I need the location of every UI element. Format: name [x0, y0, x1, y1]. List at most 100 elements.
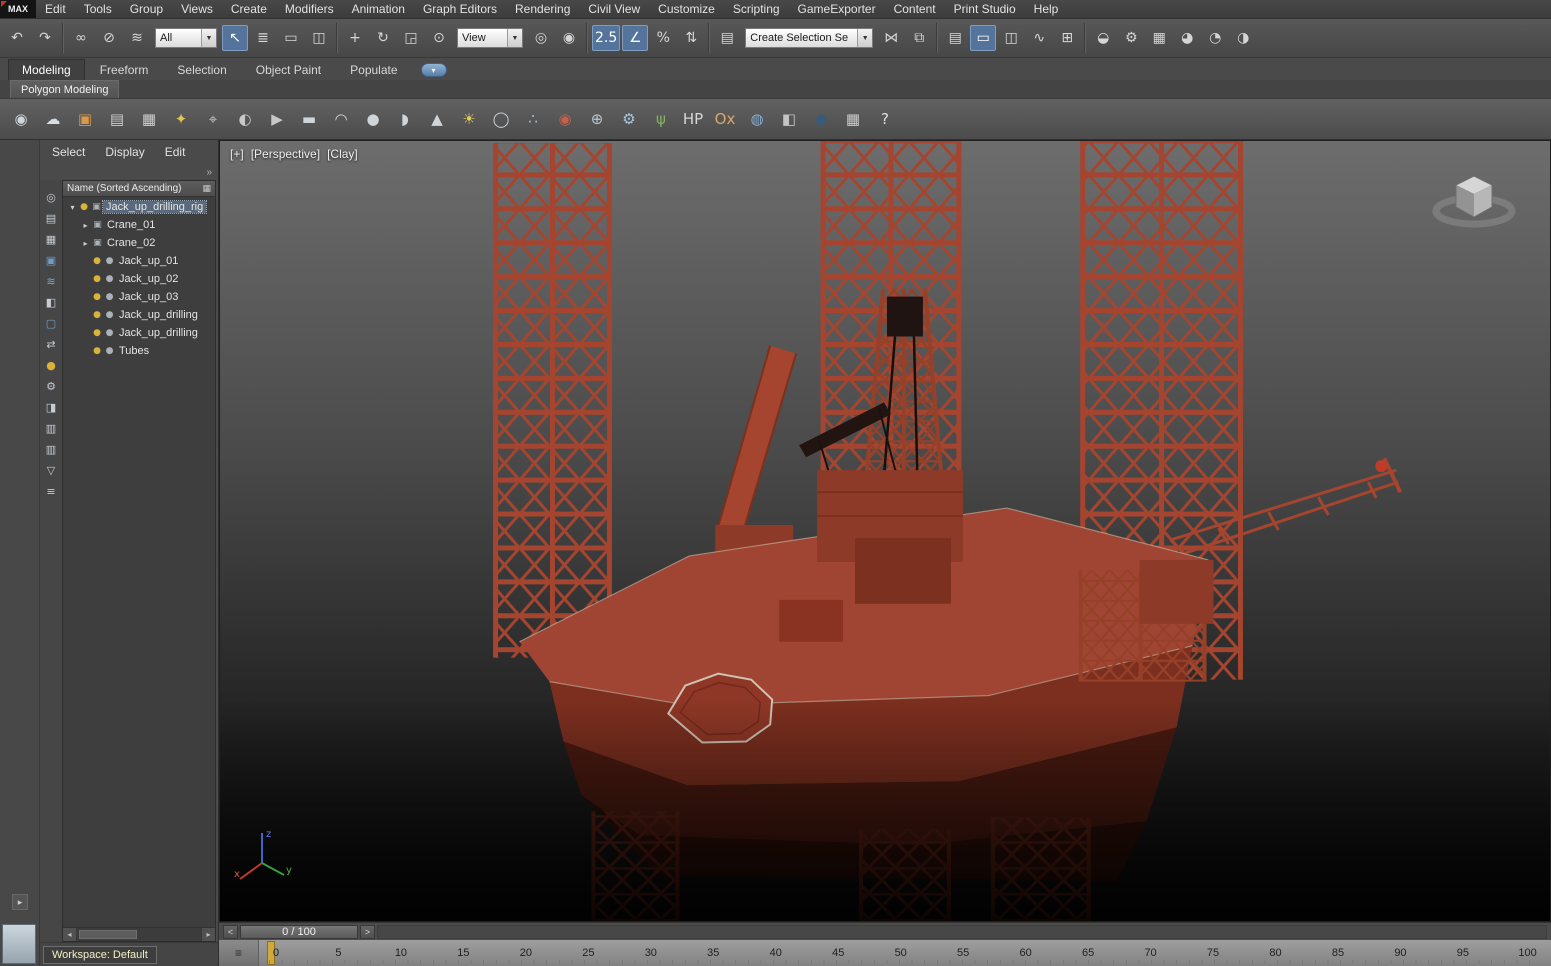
tree-item-jack-up-drilling-rig[interactable]: ▾ ● ▣ Jack_up_drilling_rig — [63, 198, 215, 216]
link-icon[interactable]: ⇄ — [42, 335, 60, 353]
water-icon[interactable]: ≋ — [42, 272, 60, 290]
selection-filter-dropdown[interactable]: All — [155, 28, 217, 48]
list-icon[interactable]: ≡ — [42, 482, 60, 500]
canvas-icon[interactable]: ▣ — [70, 103, 100, 135]
viewport-layout-button[interactable] — [2, 924, 36, 964]
explorer-menu-edit[interactable]: Edit — [155, 143, 196, 161]
bulb-icon[interactable]: ● — [91, 292, 103, 302]
menubar-item[interactable]: Print Studio — [945, 0, 1025, 18]
explorer-hscrollbar[interactable]: ◂ ▸ — [63, 927, 215, 941]
pick-object-icon[interactable]: ◎ — [42, 188, 60, 206]
time-slider-handle[interactable]: 0 / 100 — [240, 924, 358, 939]
select-and-scale-icon[interactable]: ◲ — [398, 25, 424, 51]
hp-icon[interactable]: HP — [678, 103, 708, 135]
next-frame-button[interactable]: > — [360, 924, 375, 939]
spreadsheet-icon[interactable]: ▦ — [134, 103, 164, 135]
menubar-item[interactable]: Customize — [649, 0, 724, 18]
dark-sphere-icon[interactable]: ● — [806, 103, 836, 135]
select-by-name-icon[interactable]: ≣ — [250, 25, 276, 51]
menubar-item[interactable]: Rendering — [506, 0, 579, 18]
tab-object-paint[interactable]: Object Paint — [242, 59, 335, 80]
app-logo[interactable]: MAX — [0, 0, 36, 18]
building-icon[interactable]: ▦ — [838, 103, 868, 135]
tree-item-jack-up-02[interactable]: ● ● Jack_up_02 — [63, 270, 215, 288]
menubar-item[interactable]: Views — [172, 0, 222, 18]
menubar-item[interactable]: Create — [222, 0, 276, 18]
key-light-icon[interactable]: ✦ — [166, 103, 196, 135]
spinner-snap-icon[interactable]: ⇅ — [678, 25, 704, 51]
angle-snap-icon[interactable]: ∠ — [622, 25, 649, 51]
bulb-icon[interactable]: ● — [91, 346, 103, 356]
container-icon[interactable]: ▣ — [42, 251, 60, 269]
align-icon[interactable]: ⧉ — [906, 25, 932, 51]
particles-icon[interactable]: ∴ — [518, 103, 548, 135]
foliage-icon[interactable]: ψ — [646, 103, 676, 135]
cloud-icon[interactable]: ☁ — [38, 103, 68, 135]
select-and-move-icon[interactable]: + — [342, 25, 368, 51]
undo-icon[interactable]: ↶ — [4, 25, 30, 51]
menu-overflow-icon[interactable]: » — [206, 167, 212, 178]
toggle-layer-explorer-icon[interactable]: ▤ — [942, 25, 968, 51]
viewport-menu-shading[interactable]: [Clay] — [327, 147, 358, 161]
atom-icon[interactable]: ⊕ — [582, 103, 612, 135]
menubar-item[interactable]: GameExporter — [789, 0, 885, 18]
expander-icon[interactable]: ▾ — [67, 203, 78, 212]
shell-primitive-icon[interactable]: ◗ — [390, 103, 420, 135]
menubar-item[interactable]: Civil View — [579, 0, 649, 18]
ox-icon[interactable]: Ox — [710, 103, 740, 135]
metaball-icon[interactable]: ◉ — [550, 103, 580, 135]
scroll-right-icon[interactable]: ▸ — [201, 928, 215, 941]
clip-icon[interactable]: ▶ — [262, 103, 292, 135]
menubar-item[interactable]: Edit — [36, 0, 75, 18]
tree-item-tubes[interactable]: ● ● Tubes — [63, 342, 215, 360]
menubar-item[interactable]: Content — [885, 0, 945, 18]
select-and-place-icon[interactable]: ⊙ — [426, 25, 452, 51]
percent-snap-icon[interactable]: % — [650, 25, 676, 51]
scrollbar-thumb[interactable] — [79, 930, 137, 939]
snaps-toggle-icon[interactable]: 2.5 — [592, 25, 621, 51]
sun-icon[interactable]: ☀ — [454, 103, 484, 135]
time-slider[interactable]: < 0 / 100 > — [219, 922, 1551, 940]
rendered-frame-window-icon[interactable]: ▦ — [1146, 25, 1172, 51]
bind-to-space-warp-icon[interactable]: ≋ — [124, 25, 150, 51]
adjust-icon[interactable]: ◧ — [774, 103, 804, 135]
selection-region-icon[interactable]: ▭ — [278, 25, 304, 51]
material-editor-icon[interactable]: ◒ — [1090, 25, 1116, 51]
expander-icon[interactable]: ▸ — [80, 221, 91, 230]
tree-item-crane-01[interactable]: ▸ ▣ Crane_01 — [63, 216, 215, 234]
bulb-icon[interactable]: ● — [78, 202, 90, 212]
tab-selection[interactable]: Selection — [163, 59, 240, 80]
bulb-icon[interactable]: ● — [91, 274, 103, 284]
tree-item-jack-up-03[interactable]: ● ● Jack_up_03 — [63, 288, 215, 306]
tree-item-jack-up-drilling-b[interactable]: ● ● Jack_up_drilling — [63, 324, 215, 342]
gear-icon[interactable]: ⚙ — [614, 103, 644, 135]
menubar-item[interactable]: Group — [121, 0, 172, 18]
select-object-icon[interactable]: ↖ — [222, 25, 248, 51]
previous-frame-button[interactable]: < — [223, 924, 238, 939]
time-slider-track[interactable] — [377, 924, 1547, 939]
viewport[interactable]: [+] [Perspective] [Clay] z x y — [219, 140, 1551, 922]
track-bar[interactable]: 0 5 10 15 20 25 30 35 40 45 50 55 60 65 70 75 80 85 90 95 10… — [219, 940, 1551, 966]
render-production-icon[interactable]: ◕ — [1174, 25, 1200, 51]
menubar-item[interactable]: Graph Editors — [414, 0, 506, 18]
tab-freeform[interactable]: Freeform — [86, 59, 163, 80]
open-activeshade-icon[interactable]: ◑ — [1230, 25, 1256, 51]
cube-icon[interactable]: ◨ — [42, 398, 60, 416]
bulb-icon[interactable]: ● — [91, 256, 103, 266]
mini-curve-editor-icon[interactable] — [219, 940, 259, 966]
frame-icon[interactable]: ▢ — [42, 314, 60, 332]
explorer-menu-display[interactable]: Display — [95, 143, 154, 161]
menubar-item[interactable]: Tools — [75, 0, 121, 18]
funnel-icon[interactable]: ▽ — [42, 461, 60, 479]
menubar-item[interactable]: Scripting — [724, 0, 789, 18]
tree-item-jack-up-drilling-a[interactable]: ● ● Jack_up_drilling — [63, 306, 215, 324]
water-sphere-icon[interactable]: ◍ — [742, 103, 772, 135]
edit-named-selection-sets-icon[interactable]: ▤ — [714, 25, 740, 51]
scroll-left-icon[interactable]: ◂ — [63, 928, 77, 941]
mirror-icon[interactable]: ⋈ — [878, 25, 904, 51]
schematic-view-icon[interactable]: ⊞ — [1054, 25, 1080, 51]
dome-primitive-icon[interactable]: ◠ — [326, 103, 356, 135]
redo-icon[interactable]: ↷ — [32, 25, 58, 51]
expander-icon[interactable]: ▸ — [80, 239, 91, 248]
camera-icon[interactable]: ⌖ — [198, 103, 228, 135]
